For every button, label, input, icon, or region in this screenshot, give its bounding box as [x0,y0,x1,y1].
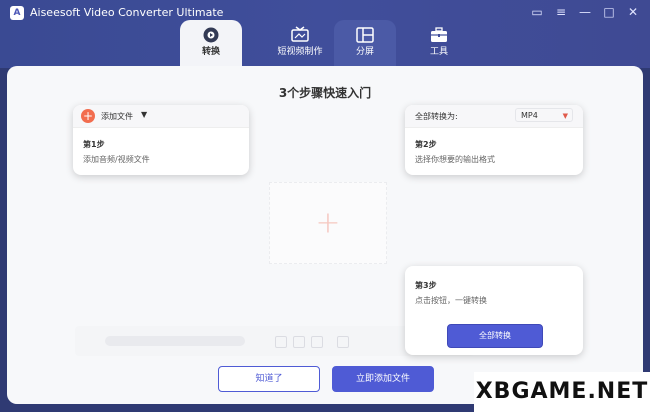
step1-label: 第1步 [83,140,105,149]
convert-all-to-label: 全部转换为: [415,112,458,121]
convert-all-button[interactable]: 全部转换 [447,324,543,348]
title-bar: A Aiseesoft Video Converter Ultimate ▭ ≡… [0,0,650,68]
collage-icon [356,27,374,43]
chevron-down-icon: ▼ [562,112,568,120]
tab-convert[interactable]: 转换 [180,20,242,66]
step2-label: 第2步 [415,140,437,149]
convert-icon [203,27,219,43]
main-nav: 转换 短视频制作 分屏 工具 [180,20,470,66]
step2-text: 选择你想要的输出格式 [415,155,495,164]
output-format-value: MP4 [521,111,538,120]
app-title: Aiseesoft Video Converter Ultimate [30,6,224,19]
got-it-button[interactable]: 知道了 [218,366,320,392]
step2-card: 全部转换为: MP4 ▼ 第2步 选择你想要的输出格式 [405,105,583,175]
step2-card-header: 全部转换为: MP4 ▼ [405,105,583,128]
add-file-button[interactable]: 添加文件 [101,111,133,122]
step1-text: 添加音频/视频文件 [83,155,150,164]
add-file-now-button[interactable]: 立即添加文件 [332,366,434,392]
tab-collage-label: 分屏 [355,47,374,57]
add-file-icon[interactable]: + [81,109,95,123]
step3-text: 点击按钮，一键转换 [415,296,487,305]
main-content: + 3个步骤快速入门 + 添加文件 ▼ 第1步 添加音频/视频文件 全部转换为:… [7,66,643,404]
app-logo-icon: A [10,6,24,20]
minimize-icon[interactable]: — [578,4,592,20]
watermark: XBGAME.NET [474,372,650,412]
menu-icon[interactable]: ≡ [554,4,568,20]
maximize-icon[interactable]: □ [602,4,616,20]
chevron-down-icon[interactable]: ▼ [141,110,147,119]
guide-title: 3个步骤快速入门 [278,86,372,100]
tab-mv-label: 短视频制作 [277,47,323,57]
step3-card: 第3步 点击按钮，一键转换 全部转换 [405,266,583,355]
step1-card: + 添加文件 ▼ 第1步 添加音频/视频文件 [73,105,249,175]
step1-card-header: + 添加文件 ▼ [73,105,249,128]
tab-toolbox[interactable]: 工具 [408,20,470,66]
output-format-select[interactable]: MP4 ▼ [515,108,573,122]
close-icon[interactable]: ✕ [626,4,640,20]
tab-collage[interactable]: 分屏 [334,20,396,66]
feedback-icon[interactable]: ▭ [530,4,544,20]
tab-mv[interactable]: 短视频制作 [260,20,340,66]
step3-label: 第3步 [415,281,437,290]
tab-toolbox-label: 工具 [429,47,448,57]
mv-icon [291,26,309,42]
tab-convert-label: 转换 [201,47,220,57]
window-controls: ▭ ≡ — □ ✕ [530,4,640,20]
toolbox-icon [431,27,447,42]
